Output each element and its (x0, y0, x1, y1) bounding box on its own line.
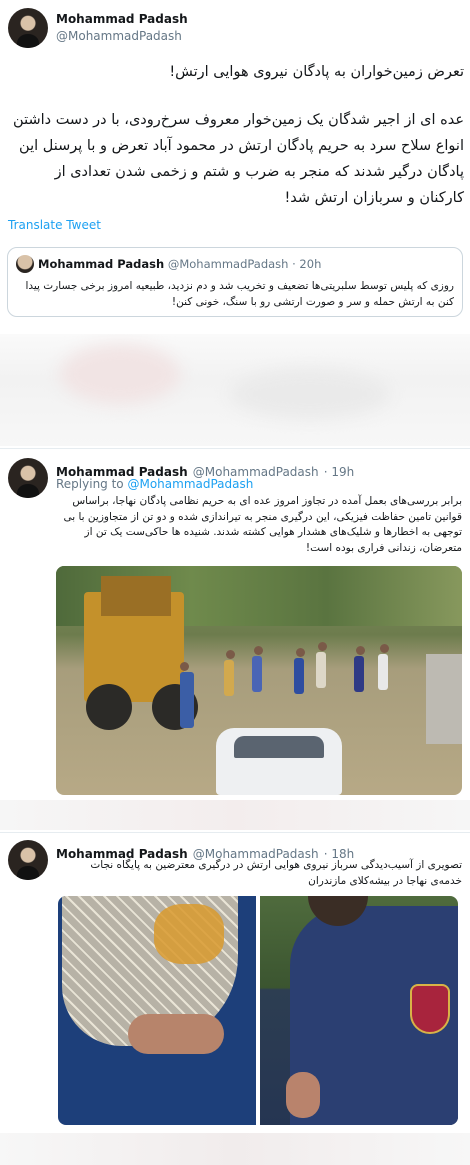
blurred-region (0, 334, 470, 446)
divider (0, 448, 470, 449)
blurred-region (0, 1133, 470, 1165)
quoted-avatar (16, 255, 34, 273)
blood-stain (154, 904, 224, 964)
replying-to: Replying to @MohammadPadash (56, 477, 253, 491)
quoted-author-handle: @MohammadPadash (167, 257, 289, 271)
quoted-author: Mohammad Padash @MohammadPadash · 20h (38, 257, 321, 271)
tweet-text: تصویری از آسیب‌دیدگی سرباز نیروی هوایی ا… (90, 859, 462, 887)
car-window (234, 736, 324, 758)
blurred-region (0, 800, 470, 830)
tweet-text: عده ای از اجیر شدگان یک زمین‌خوار معروف … (13, 112, 464, 206)
tweet-photo-injury-right[interactable] (260, 896, 458, 1125)
quoted-author-name: Mohammad Padash (38, 257, 165, 271)
shoulder-patch-icon (410, 984, 450, 1034)
author-handle[interactable]: @MohammadPadash (56, 29, 182, 43)
replying-prefix: Replying to (56, 477, 124, 491)
hand-area (286, 1072, 320, 1118)
tweet-photo-excavator[interactable] (56, 566, 462, 795)
divider (0, 832, 470, 833)
avatar[interactable] (8, 8, 48, 48)
translate-tweet-link[interactable]: Translate Tweet (8, 218, 101, 232)
tweet-photo-injury-left[interactable] (58, 896, 256, 1125)
tweet-text: برابر بررسی‌های بعمل آمده در تجاوز امروز… (63, 495, 462, 554)
avatar[interactable] (8, 840, 48, 880)
quoted-tweet[interactable]: Mohammad Padash @MohammadPadash · 20h رو… (7, 247, 463, 317)
skin-area (128, 1014, 224, 1054)
excavator-cabin (101, 576, 171, 616)
quoted-text: روزی که پلیس توسط سلبریتی‌ها تضعیف و تخر… (25, 280, 454, 308)
avatar[interactable] (8, 458, 48, 498)
timestamp[interactable]: · 19h (324, 465, 355, 479)
wall-blocks (426, 654, 462, 744)
author-name[interactable]: Mohammad Padash (56, 12, 188, 26)
replying-handle-link[interactable]: @MohammadPadash (127, 477, 253, 491)
excavator-wheel (86, 684, 132, 730)
quoted-timestamp: · 20h (292, 257, 322, 271)
tweet-title: تعرض زمین‌خواران به پادگان نیروی هوایی ا… (169, 64, 464, 80)
